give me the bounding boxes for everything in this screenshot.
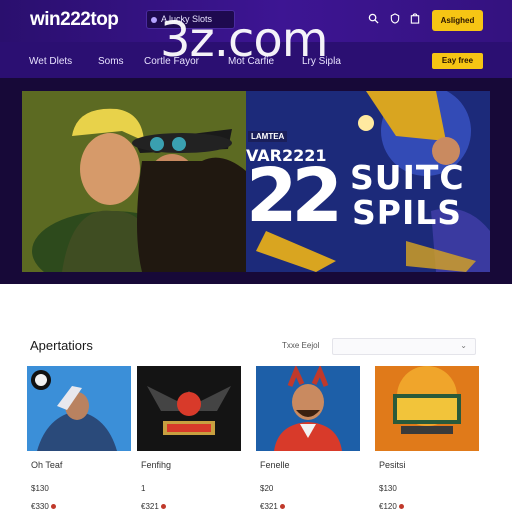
filter-dropdown[interactable]: ⌄ [332, 338, 476, 355]
price-text: €330 [31, 502, 49, 511]
filter-label: Txxe Eejol [282, 341, 320, 350]
coin-icon [50, 504, 56, 510]
site-logo[interactable]: win222top [30, 9, 119, 31]
game-card-image [375, 366, 479, 451]
game-card-price: €120 [379, 502, 404, 511]
game-card-price: €321 [260, 502, 285, 511]
game-card-2[interactable]: Fenfihg 1 €321 [137, 366, 241, 511]
game-card-image [256, 366, 360, 451]
game-card-name: Pesitsi [379, 460, 406, 470]
game-card-value: $130 [379, 484, 397, 493]
price-text: €321 [260, 502, 278, 511]
bag-icon[interactable] [408, 13, 422, 27]
game-card-name: Fenfihg [141, 460, 172, 470]
nav-item-2[interactable]: Soms [98, 56, 124, 67]
coin-icon [398, 504, 404, 510]
hero-headline-1: SUITC [350, 158, 465, 197]
price-text: €120 [379, 502, 397, 511]
game-card-4[interactable]: Pesitsi $130 €120 [375, 366, 479, 511]
search-icon[interactable] [366, 13, 380, 27]
game-card-image [27, 366, 131, 451]
nav-item-1[interactable]: Wet Dlets [29, 56, 72, 67]
price-text: €321 [141, 502, 159, 511]
game-card-image [137, 366, 241, 451]
game-card-name: Oh Teaf [31, 460, 63, 470]
coin-icon [160, 504, 166, 510]
coin-icon [279, 504, 285, 510]
game-card-value: $130 [31, 484, 49, 493]
game-card-price: €330 [31, 502, 56, 511]
promo-dot-icon [151, 17, 157, 23]
hero-tag: LAMTEA [248, 131, 288, 142]
hero-characters-image [22, 91, 246, 272]
hero-headline-2: SPILS [352, 193, 463, 232]
section-title: Apertatiors [30, 338, 93, 353]
game-card-price: €321 [141, 502, 166, 511]
shield-icon[interactable] [388, 13, 402, 27]
game-card-value: 1 [141, 484, 146, 493]
signup-button[interactable]: Eay free [432, 53, 483, 69]
login-button[interactable]: Aslighed [432, 10, 483, 31]
game-card-3[interactable]: Fenelle $20 €321 [256, 366, 360, 511]
hero-number: 22 [246, 153, 343, 239]
game-card-name: Fenelle [260, 460, 290, 470]
watermark-text: 3z.com [160, 12, 329, 68]
game-card-value: $20 [260, 484, 274, 493]
chevron-down-icon: ⌄ [460, 341, 467, 350]
game-card-1[interactable]: Oh Teaf $130 €330 [27, 366, 131, 511]
